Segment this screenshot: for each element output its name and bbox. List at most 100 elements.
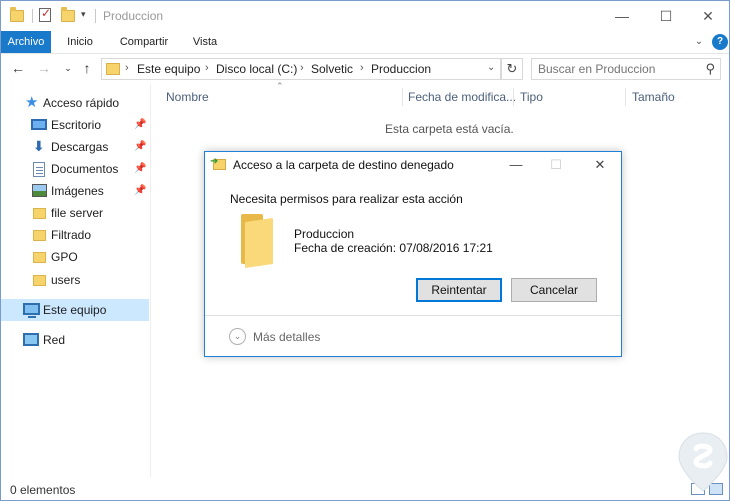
- column-header-fecha[interactable]: Fecha de modifica...: [408, 88, 516, 106]
- folder-icon: [33, 275, 46, 286]
- cancel-button[interactable]: Cancelar: [511, 278, 597, 302]
- sidebar-item-label: users: [51, 273, 81, 287]
- sidebar-item-label: Descargas: [51, 140, 109, 154]
- download-icon: ⬇: [33, 138, 45, 154]
- dialog-close-button[interactable]: ✕: [585, 154, 615, 176]
- customize-toolbar-icon[interactable]: ▾: [81, 9, 86, 20]
- column-divider[interactable]: [625, 88, 626, 106]
- item-count: 0 elementos: [10, 483, 76, 497]
- tab-compartir[interactable]: Compartir: [111, 31, 177, 53]
- dialog-maximize-button: ☐: [550, 157, 562, 172]
- ribbon-tabs: Archivo Inicio Compartir Vista ⌄ ?: [1, 31, 729, 53]
- chevron-right-icon[interactable]: ›: [360, 62, 364, 74]
- dialog-minimize-button[interactable]: —: [501, 154, 531, 176]
- tab-archivo[interactable]: Archivo: [1, 31, 51, 53]
- recent-locations-icon[interactable]: ⌄: [59, 59, 77, 77]
- breadcrumb-este-equipo[interactable]: Este equipo: [137, 62, 200, 76]
- help-icon[interactable]: ?: [712, 34, 728, 50]
- network-icon: [23, 333, 39, 346]
- address-bar[interactable]: › Este equipo › Disco local (C:) › Solve…: [101, 58, 501, 80]
- column-divider[interactable]: [513, 88, 514, 106]
- dialog-title-bar: Acceso a la carpeta de destino denegado …: [205, 152, 621, 178]
- breadcrumb-solvetic[interactable]: Solvetic: [311, 62, 353, 76]
- navigation-bar: ← → ⌄ ↑ › Este equipo › Disco local (C:)…: [1, 53, 729, 83]
- chevron-right-icon[interactable]: ›: [205, 62, 209, 74]
- sidebar-item-acceso-rapido[interactable]: ★ Acceso rápido: [1, 92, 149, 114]
- star-icon: ★: [25, 94, 39, 111]
- more-details-link[interactable]: Más detalles: [253, 330, 320, 344]
- chevron-down-icon[interactable]: ⌄: [229, 328, 246, 345]
- divider: [32, 9, 33, 23]
- column-header-tamano[interactable]: Tamaño: [632, 88, 675, 106]
- folder-icon: [106, 63, 120, 75]
- sidebar-item-label: Este equipo: [43, 303, 107, 317]
- pictures-icon: [32, 184, 47, 197]
- sidebar-item-descargas[interactable]: ⬇ Descargas 📌: [1, 136, 149, 158]
- sidebar-item-documentos[interactable]: Documentos 📌: [1, 158, 149, 180]
- folder-icon: [33, 230, 46, 241]
- address-dropdown-icon[interactable]: ⌄: [487, 62, 495, 73]
- folder-icon: [33, 208, 46, 219]
- divider: [95, 9, 96, 23]
- sidebar-item-file-server[interactable]: file server: [1, 202, 149, 224]
- sidebar-item-label: file server: [51, 206, 104, 220]
- sort-arrow-icon: ⌃: [276, 81, 284, 91]
- dialog-folder-name: Produccion: [294, 227, 355, 241]
- sidebar-item-users[interactable]: users: [1, 269, 149, 291]
- chevron-right-icon[interactable]: ›: [300, 62, 304, 74]
- pin-icon[interactable]: 📌: [134, 158, 146, 180]
- computer-icon: [23, 303, 40, 318]
- up-arrow-icon[interactable]: ↑: [78, 59, 96, 77]
- desktop-icon: [31, 119, 47, 130]
- sidebar-item-filtrado[interactable]: Filtrado: [1, 224, 149, 246]
- solvetic-logo-watermark: [678, 432, 728, 492]
- pin-icon[interactable]: 📌: [134, 180, 146, 202]
- breadcrumb-disco-local[interactable]: Disco local (C:): [216, 62, 297, 76]
- chevron-down-icon[interactable]: ⌄: [691, 34, 707, 50]
- refresh-icon[interactable]: ↻: [501, 58, 523, 80]
- access-denied-dialog: Acceso a la carpeta de destino denegado …: [204, 151, 622, 357]
- search-icon[interactable]: ⚲: [705, 61, 715, 77]
- column-divider[interactable]: [402, 88, 403, 106]
- documents-icon: [33, 162, 45, 177]
- close-button[interactable]: ✕: [685, 1, 730, 31]
- search-box[interactable]: ⚲: [531, 58, 721, 80]
- sidebar-item-label: Documentos: [51, 162, 119, 176]
- retry-button[interactable]: Reintentar: [416, 278, 502, 302]
- sidebar-item-label: Imágenes: [51, 184, 104, 198]
- folder-move-icon: [210, 156, 226, 170]
- status-bar: 0 elementos: [1, 478, 729, 500]
- breadcrumb-produccion[interactable]: Produccion: [371, 62, 431, 76]
- back-arrow-icon[interactable]: ←: [9, 59, 27, 77]
- empty-folder-message: Esta carpeta está vacía.: [385, 122, 514, 136]
- pin-icon[interactable]: 📌: [134, 114, 146, 136]
- dialog-title: Acceso a la carpeta de destino denegado: [233, 158, 454, 172]
- column-header-tipo[interactable]: Tipo: [520, 88, 543, 106]
- sidebar-item-red[interactable]: Red: [1, 329, 149, 351]
- minimize-button[interactable]: —: [599, 1, 645, 31]
- sidebar-item-label: GPO: [51, 250, 78, 264]
- sidebar-item-gpo[interactable]: GPO: [1, 246, 149, 268]
- pin-icon[interactable]: 📌: [134, 136, 146, 158]
- maximize-button[interactable]: ☐: [643, 1, 689, 31]
- sidebar-item-escritorio[interactable]: Escritorio 📌: [1, 114, 149, 136]
- dialog-creation-date: Fecha de creación: 07/08/2016 17:21: [294, 241, 493, 255]
- sidebar-item-label: Acceso rápido: [43, 96, 120, 110]
- sidebar-item-label: Red: [43, 333, 66, 347]
- sidebar-item-este-equipo[interactable]: Este equipo: [1, 299, 149, 321]
- folder-icon: [33, 252, 46, 263]
- chevron-right-icon[interactable]: ›: [125, 62, 129, 74]
- dialog-message: Necesita permisos para realizar esta acc…: [230, 192, 463, 206]
- tab-vista[interactable]: Vista: [185, 31, 225, 53]
- folder-icon: [241, 214, 275, 268]
- search-input[interactable]: [538, 61, 698, 77]
- sidebar-item-label: Filtrado: [51, 228, 92, 242]
- tab-inicio[interactable]: Inicio: [59, 31, 101, 53]
- column-header-nombre[interactable]: Nombre: [166, 88, 209, 106]
- window-title: Produccion: [103, 9, 164, 23]
- navigation-pane: ★ Acceso rápido Escritorio 📌 ⬇ Descargas…: [1, 84, 151, 477]
- forward-arrow-icon[interactable]: →: [35, 59, 53, 77]
- sidebar-item-imagenes[interactable]: Imágenes 📌: [1, 180, 149, 202]
- title-bar: ▾ Produccion — ☐ ✕: [1, 1, 729, 31]
- dialog-footer: ⌄ Más detalles: [205, 315, 621, 356]
